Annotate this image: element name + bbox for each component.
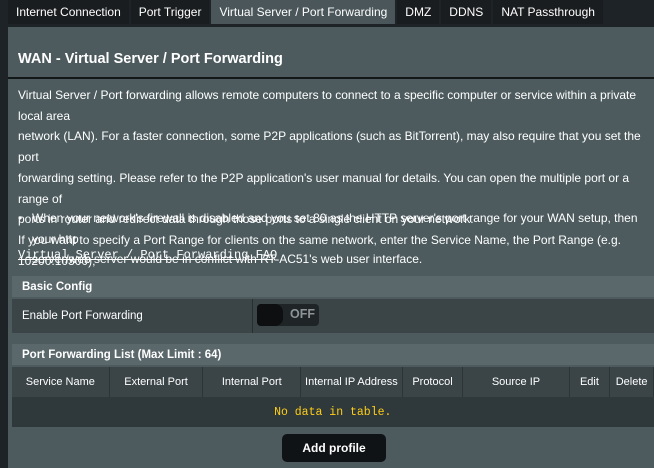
col-service-name: Service Name (12, 367, 110, 397)
tab-ddns[interactable]: DDNS (441, 0, 492, 24)
faq-link[interactable]: Virtual Server / Port Forwarding FAQ (18, 248, 277, 262)
enable-port-forwarding-row: Enable Port Forwarding OFF (12, 299, 654, 333)
bullet-dot: • (18, 211, 23, 225)
port-forwarding-table: Service Name External Port Internal Port… (12, 367, 654, 427)
col-external-port: External Port (109, 367, 204, 397)
col-internal-ip: Internal IP Address (300, 367, 403, 397)
table-row: No data in table. (12, 397, 654, 427)
tab-port-trigger[interactable]: Port Trigger (130, 0, 210, 24)
add-profile-button[interactable]: Add profile (282, 434, 386, 462)
col-source-ip: Source IP (462, 367, 570, 397)
col-edit: Edit (569, 367, 611, 397)
description-line: network (LAN). For a faster connection, … (18, 129, 641, 165)
col-internal-port: Internal Port (202, 367, 302, 397)
tab-nat-passthrough[interactable]: NAT Passthrough (493, 0, 603, 24)
port-forwarding-list-header: Port Forwarding List (Max Limit : 64) (12, 344, 654, 365)
tab-bar: Internet Connection Port Trigger Virtual… (8, 0, 603, 27)
empty-table-message: No data in table. (12, 397, 654, 427)
col-protocol: Protocol (402, 367, 464, 397)
note-line: When your network's firewall is disabled… (32, 211, 638, 246)
description-line: forwarding setting. Please refer to the … (18, 170, 630, 206)
description-line: Virtual Server / Port forwarding allows … (18, 88, 637, 123)
toggle-state: OFF (290, 307, 315, 321)
toggle-knob (257, 304, 283, 326)
content-panel: WAN - Virtual Server / Port Forwarding V… (8, 27, 654, 468)
tab-virtual-server[interactable]: Virtual Server / Port Forwarding (211, 0, 396, 24)
basic-config-header: Basic Config (12, 276, 654, 297)
enable-port-forwarding-label: Enable Port Forwarding (12, 299, 253, 333)
tab-internet-connection[interactable]: Internet Connection (8, 0, 129, 24)
title-divider (8, 77, 654, 79)
col-delete: Delete (609, 367, 654, 397)
port-forwarding-toggle[interactable]: OFF (257, 304, 319, 326)
table-header-row: Service Name External Port Internal Port… (12, 367, 654, 397)
page-title: WAN - Virtual Server / Port Forwarding (18, 51, 283, 67)
tab-dmz[interactable]: DMZ (397, 0, 440, 24)
